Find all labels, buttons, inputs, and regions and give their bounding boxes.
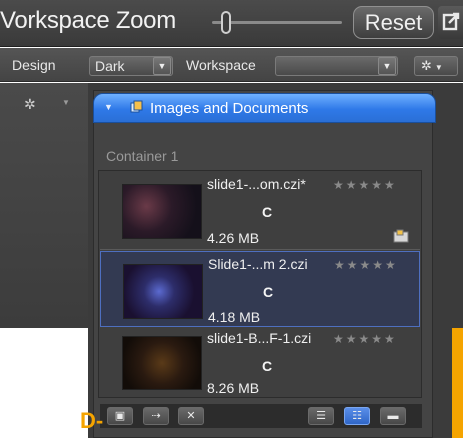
workspace-dropdown-arrow-icon[interactable]: ▼	[378, 57, 396, 75]
file-size: 4.18 MB	[208, 309, 261, 325]
gallery-view-icon: ▬	[387, 410, 399, 422]
gallery-view-button[interactable]: ▬	[380, 407, 406, 425]
save-button[interactable]: ▣	[107, 407, 133, 425]
empty-margin	[0, 328, 88, 438]
file-name: slide1-B...F-1.czi	[207, 330, 312, 346]
image-thumbnail	[122, 336, 202, 390]
workspace-settings-button[interactable]: ✲ ▼	[414, 56, 458, 76]
image-thumbnail	[123, 264, 203, 319]
detail-view-button[interactable]: ☷	[344, 407, 370, 425]
file-tag: C	[262, 204, 273, 220]
file-name: Slide1-...m 2.czi	[208, 256, 308, 272]
detail-view-icon: ☷	[352, 410, 362, 422]
close-button[interactable]: ✕	[178, 407, 204, 425]
close-icon: ✕	[186, 410, 196, 422]
unsaved-document-icon-svg	[393, 229, 409, 243]
left-tool-strip	[0, 83, 88, 328]
list-item[interactable]: slide1-B...F-1.czi ★★★★★ C 8.26 MB	[100, 328, 420, 400]
undock-icon	[442, 12, 460, 31]
reset-button[interactable]: Reset	[353, 6, 434, 39]
image-thumbnail	[122, 184, 202, 239]
container-label: Container 1	[106, 148, 179, 164]
list-view-button[interactable]: ☰	[308, 407, 334, 425]
rating-stars[interactable]: ★★★★★	[334, 258, 398, 272]
undock-button[interactable]	[438, 6, 463, 39]
annotation-marker	[452, 328, 463, 438]
file-size: 8.26 MB	[207, 380, 260, 396]
move-button[interactable]: ⇢	[143, 407, 169, 425]
documents-icon	[130, 100, 143, 113]
chevron-down-icon[interactable]: ▼	[62, 98, 70, 107]
rating-stars[interactable]: ★★★★★	[333, 332, 397, 346]
panel-title: Images and Documents	[150, 100, 309, 117]
file-name: slide1-...om.czi*	[207, 176, 306, 192]
documents-icon-svg	[130, 100, 143, 113]
list-view-icon: ☰	[316, 410, 326, 422]
design-dropdown-value: Dark	[95, 58, 125, 74]
collapse-icon[interactable]: ▼	[104, 102, 113, 112]
file-tag: C	[262, 358, 273, 374]
gear-icon: ✲	[421, 58, 432, 73]
design-dropdown-arrow-icon[interactable]: ▼	[153, 57, 171, 75]
save-icon: ▣	[114, 410, 126, 422]
workspace-zoom-label: Vorkspace Zoom	[0, 7, 176, 34]
design-label: Design	[12, 57, 56, 73]
unsaved-document-icon	[393, 229, 411, 243]
row-divider	[100, 249, 420, 250]
gear-icon[interactable]: ✲	[24, 96, 36, 113]
zoom-slider-handle[interactable]	[221, 11, 231, 34]
file-tag: C	[263, 284, 274, 300]
chevron-down-icon: ▼	[434, 63, 443, 72]
rating-stars[interactable]: ★★★★★	[333, 178, 397, 192]
annotation-label: D-	[80, 408, 104, 433]
zoom-slider-track[interactable]	[212, 21, 342, 24]
list-item[interactable]: slide1-...om.czi* ★★★★★ C 4.26 MB	[100, 172, 420, 248]
list-item[interactable]: Slide1-...m 2.czi ★★★★★ C 4.18 MB	[100, 251, 420, 327]
move-icon: ⇢	[151, 410, 161, 422]
workspace-label: Workspace	[186, 57, 256, 73]
file-size: 4.26 MB	[207, 230, 260, 246]
